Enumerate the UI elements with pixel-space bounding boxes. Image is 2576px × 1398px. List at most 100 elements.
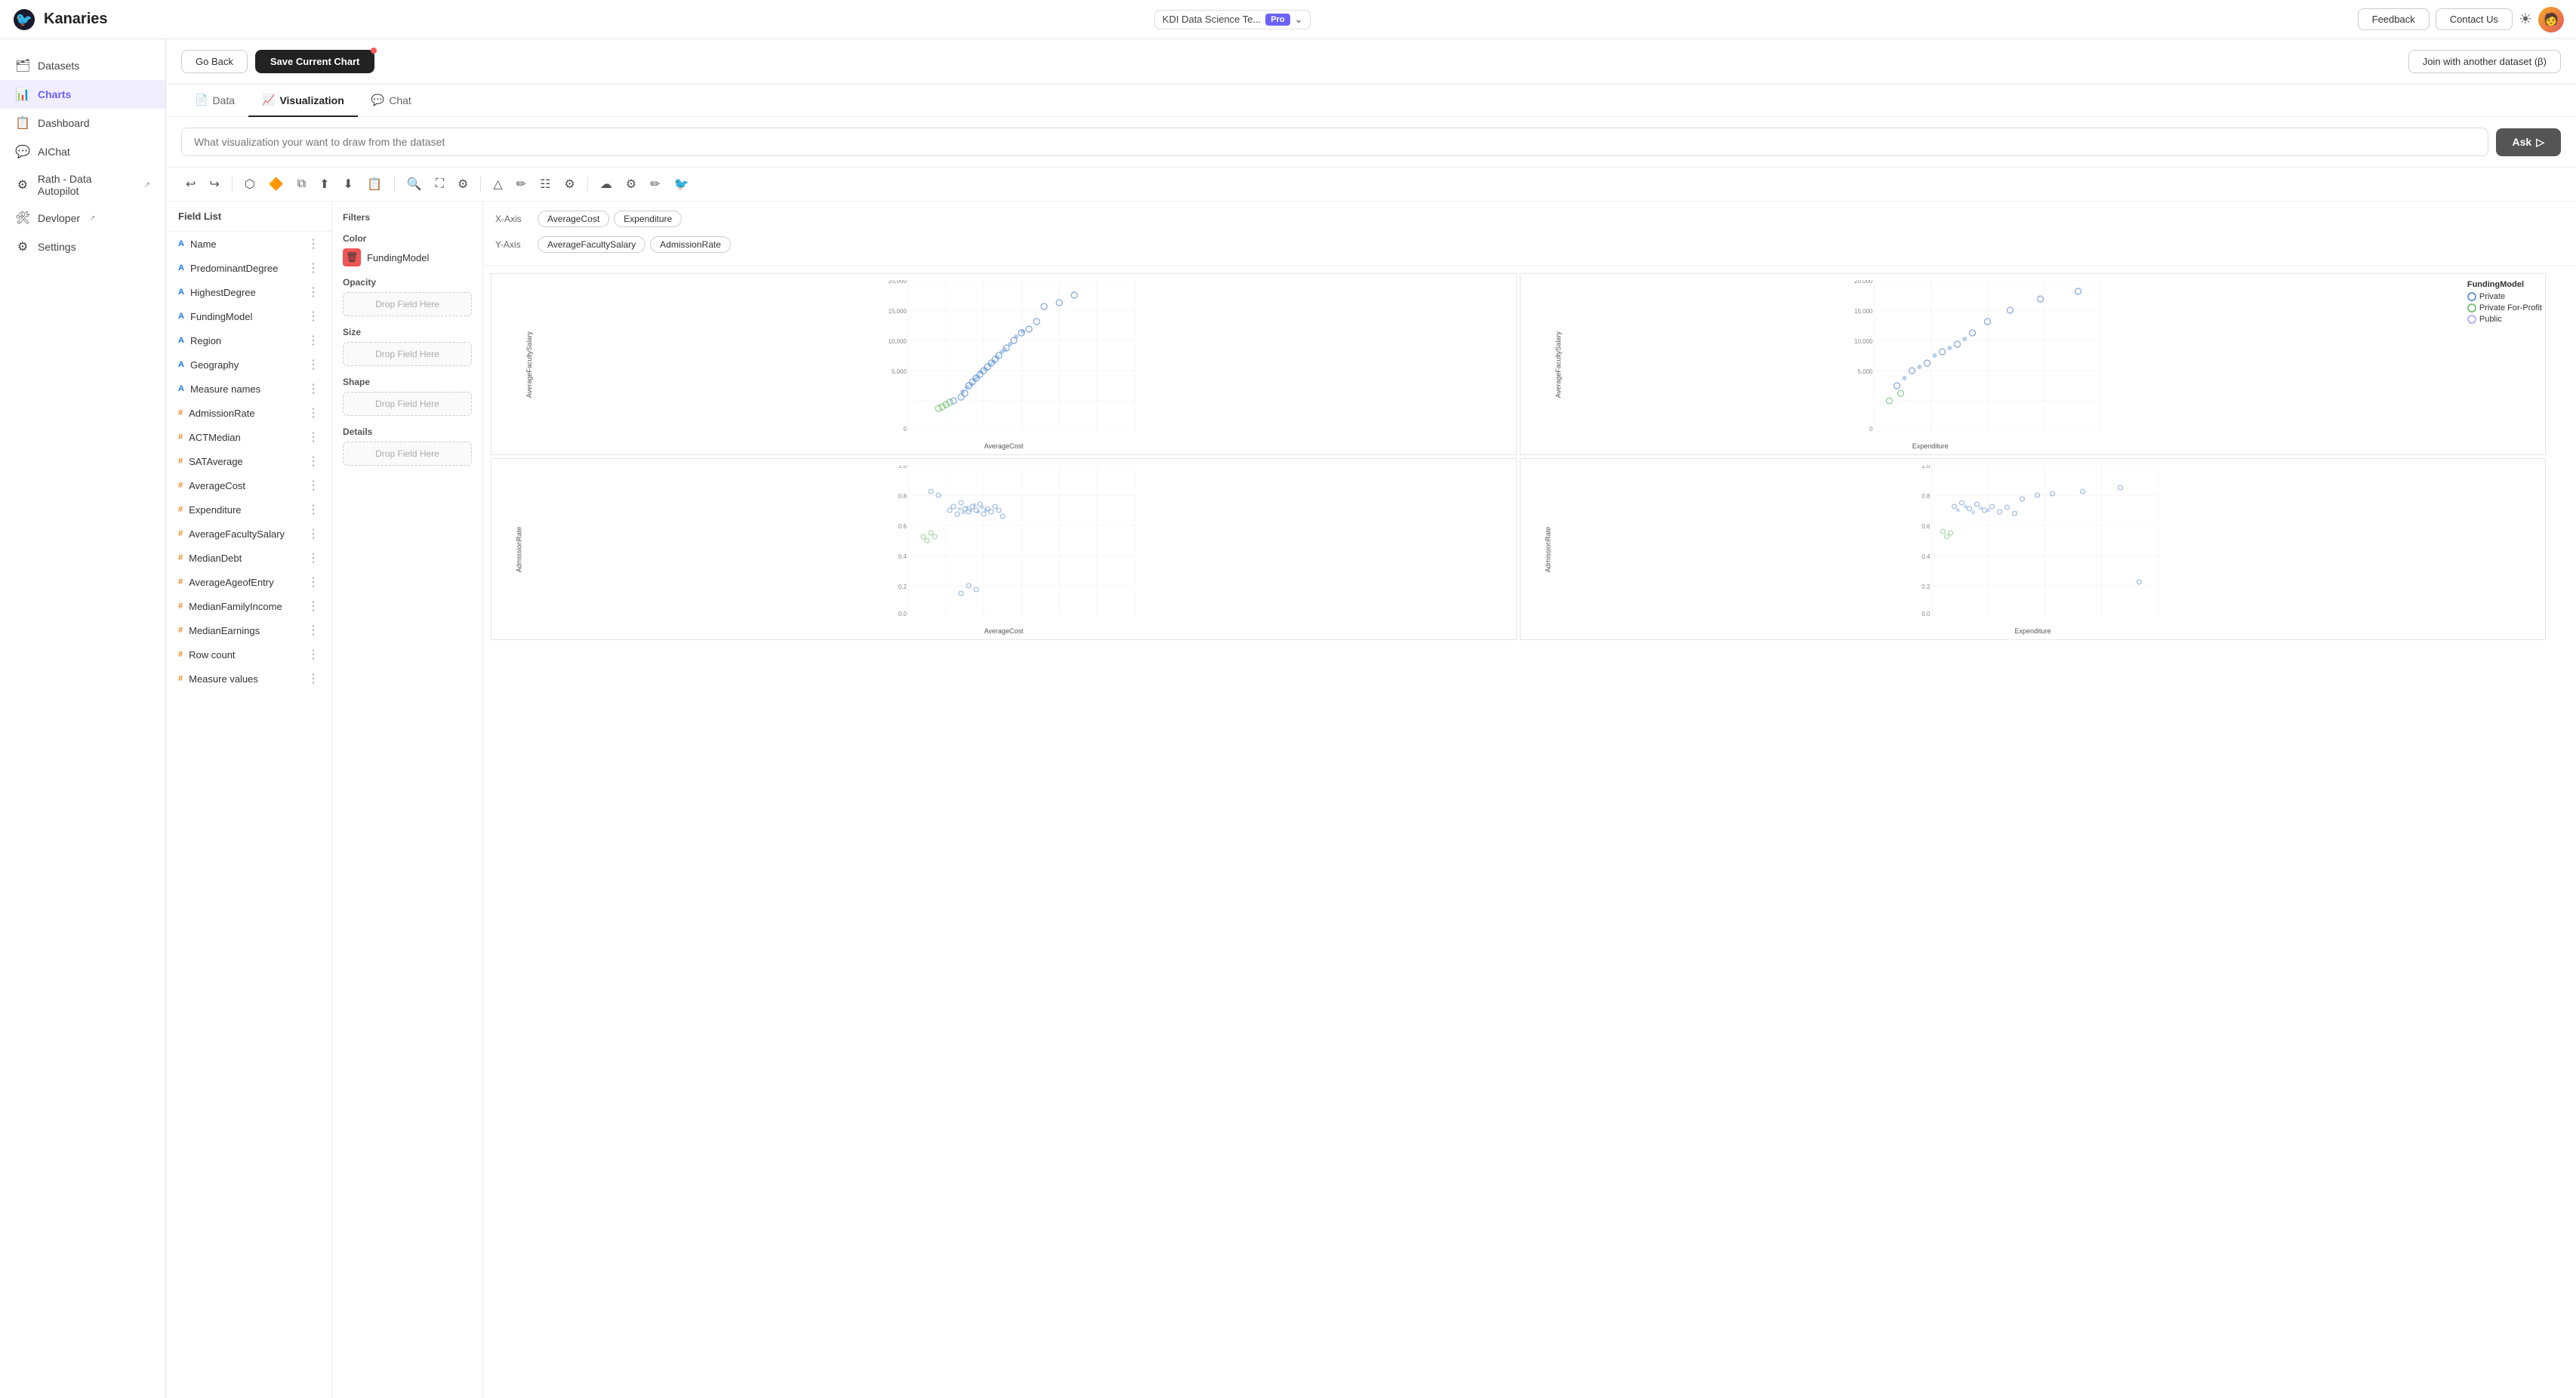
- shape-drop-zone[interactable]: Drop Field Here: [343, 392, 472, 416]
- move-up-button[interactable]: ⬆: [315, 174, 334, 195]
- table-button[interactable]: ☷: [535, 174, 555, 195]
- save-chart-button[interactable]: Save Current Chart: [255, 50, 374, 73]
- cloud-button[interactable]: ☁: [596, 174, 617, 195]
- field-item-meddebt[interactable]: #MedianDebt ⋮: [166, 546, 331, 570]
- theme-toggle-button[interactable]: ☀: [2519, 10, 2532, 29]
- contact-button[interactable]: Contact Us: [2436, 8, 2513, 30]
- field-item-highest[interactable]: AHighestDegree ⋮: [166, 280, 331, 304]
- field-item-region[interactable]: ARegion ⋮: [166, 328, 331, 353]
- field-more-icon[interactable]: ⋮: [307, 405, 319, 420]
- field-more-icon[interactable]: ⋮: [307, 647, 319, 662]
- pencil-button[interactable]: ✏: [512, 174, 531, 195]
- field-item-sat[interactable]: #SATAverage ⋮: [166, 449, 331, 473]
- field-more-icon[interactable]: ⋮: [307, 574, 319, 590]
- tab-visualization[interactable]: 📈 Visualization: [248, 85, 358, 117]
- bird-button[interactable]: 🐦: [670, 174, 694, 195]
- field-more-icon[interactable]: ⋮: [307, 285, 319, 300]
- highlight-button[interactable]: 🔶: [264, 174, 288, 195]
- svg-text:0.2: 0.2: [1921, 584, 1930, 590]
- field-item-admission[interactable]: #AdmissionRate ⋮: [166, 401, 331, 425]
- field-more-icon[interactable]: ⋮: [307, 599, 319, 614]
- fullscreen-button[interactable]: ⛶: [431, 174, 448, 194]
- chart-workspace: Field List AName ⋮ APredominantDegree ⋮ …: [166, 202, 2576, 1398]
- field-more-icon[interactable]: ⋮: [307, 381, 319, 396]
- svg-text:20,000: 20,000: [889, 280, 907, 285]
- undo-button[interactable]: ↩: [181, 174, 200, 195]
- svg-text:0.8: 0.8: [898, 493, 907, 500]
- workspace-badge[interactable]: KDI Data Science Te... Pro ⌄: [1154, 10, 1311, 29]
- sidebar-item-dashboard[interactable]: 📋 Dashboard: [0, 109, 165, 137]
- tab-chat[interactable]: 💬 Chat: [358, 85, 425, 117]
- field-more-icon[interactable]: ⋮: [307, 309, 319, 324]
- sidebar-item-datasets[interactable]: 🗂 Datasets: [0, 51, 165, 80]
- field-more-icon[interactable]: ⋮: [307, 623, 319, 638]
- xaxis-tag-avgcost[interactable]: AverageCost: [538, 211, 609, 227]
- field-more-icon[interactable]: ⋮: [307, 260, 319, 276]
- field-item-medearn[interactable]: #MedianEarnings ⋮: [166, 618, 331, 642]
- yaxis-tag-avgsalary[interactable]: AverageFacultySalary: [538, 236, 646, 253]
- sidebar-item-rath[interactable]: ⚙ Rath - Data Autopilot ↗: [0, 166, 165, 204]
- field-item-medfam[interactable]: #MedianFamilyIncome ⋮: [166, 594, 331, 618]
- field-item-funding[interactable]: AFundingModel ⋮: [166, 304, 331, 328]
- zoom-in-button[interactable]: 🔍: [402, 174, 427, 195]
- brush-button[interactable]: ✏: [646, 174, 664, 195]
- copy-button[interactable]: 📋: [362, 174, 387, 195]
- developer-icon: 🛠: [15, 211, 30, 226]
- workspace-selector[interactable]: KDI Data Science Te... Pro ⌄: [1154, 10, 1311, 29]
- size-drop-zone[interactable]: Drop Field Here: [343, 342, 472, 366]
- xaxis-tag-expenditure[interactable]: Expenditure: [614, 211, 682, 227]
- field-more-icon[interactable]: ⋮: [307, 357, 319, 372]
- field-item-measure-names[interactable]: AMeasure names ⋮: [166, 377, 331, 401]
- opacity-drop-zone[interactable]: Drop Field Here: [343, 292, 472, 316]
- field-more-icon[interactable]: ⋮: [307, 550, 319, 565]
- legend-public: Public: [2467, 315, 2542, 324]
- field-item-expenditure[interactable]: #Expenditure ⋮: [166, 497, 331, 522]
- field-item-avgage[interactable]: #AverageAgeofEntry ⋮: [166, 570, 331, 594]
- feedback-button[interactable]: Feedback: [2358, 8, 2430, 30]
- field-item-geography[interactable]: AGeography ⋮: [166, 353, 331, 377]
- field-item-name[interactable]: AName ⋮: [166, 232, 331, 256]
- color-label: Color: [343, 233, 472, 244]
- avatar[interactable]: 🧑: [2538, 7, 2564, 32]
- sidebar-item-aichat[interactable]: 💬 AIChat: [0, 137, 165, 166]
- move-down-button[interactable]: ⬇: [339, 174, 358, 195]
- join-dataset-button[interactable]: Join with another dataset (β): [2408, 50, 2561, 73]
- triangle-button[interactable]: △: [488, 174, 507, 195]
- ask-button[interactable]: Ask ▷: [2496, 128, 2561, 156]
- field-item-rowcount[interactable]: #Row count ⋮: [166, 642, 331, 667]
- field-item-avgfac[interactable]: #AverageFacultySalary ⋮: [166, 522, 331, 546]
- query-input[interactable]: [181, 128, 2488, 156]
- sidebar-item-developer[interactable]: 🛠 Devloper ↗: [0, 204, 165, 232]
- svg-text:20,000: 20,000: [1854, 280, 1873, 285]
- field-more-icon[interactable]: ⋮: [307, 454, 319, 469]
- sidebar-label-charts: Charts: [38, 88, 71, 100]
- field-item-predominant[interactable]: APredominantDegree ⋮: [166, 256, 331, 280]
- field-more-icon[interactable]: ⋮: [307, 236, 319, 251]
- color-chip[interactable]: 🗑: [343, 248, 361, 266]
- field-more-icon[interactable]: ⋮: [307, 333, 319, 348]
- tab-data[interactable]: 📄 Data: [181, 85, 248, 117]
- redo-button[interactable]: ↪: [205, 174, 223, 195]
- chat-tab-icon: 💬: [371, 94, 384, 106]
- field-more-icon[interactable]: ⋮: [307, 478, 319, 493]
- sidebar-item-settings[interactable]: ⚙ Settings: [0, 232, 165, 261]
- yaxis-tag-admission[interactable]: AdmissionRate: [650, 236, 731, 253]
- field-more-icon[interactable]: ⋮: [307, 502, 319, 517]
- gear2-button[interactable]: ⚙: [559, 174, 579, 195]
- shape-hex-button[interactable]: ⬡: [240, 174, 260, 195]
- field-item-avgcost[interactable]: #AverageCost ⋮: [166, 473, 331, 497]
- field-item-measval[interactable]: #Measure values ⋮: [166, 667, 331, 691]
- filters-section: Filters: [343, 212, 472, 223]
- layers-button[interactable]: ⧉: [293, 174, 310, 194]
- goback-button[interactable]: Go Back: [181, 50, 248, 73]
- details-drop-zone[interactable]: Drop Field Here: [343, 442, 472, 466]
- svg-text:1.0: 1.0: [898, 465, 907, 470]
- settings3-button[interactable]: ⚙: [621, 174, 641, 195]
- field-more-icon[interactable]: ⋮: [307, 430, 319, 445]
- settings-gear-button[interactable]: ⚙: [453, 174, 473, 195]
- sidebar-item-charts[interactable]: 📊 Charts: [0, 80, 165, 109]
- charts-icon: 📊: [15, 87, 30, 102]
- field-more-icon[interactable]: ⋮: [307, 671, 319, 686]
- field-item-act[interactable]: #ACTMedian ⋮: [166, 425, 331, 449]
- field-more-icon[interactable]: ⋮: [307, 526, 319, 541]
